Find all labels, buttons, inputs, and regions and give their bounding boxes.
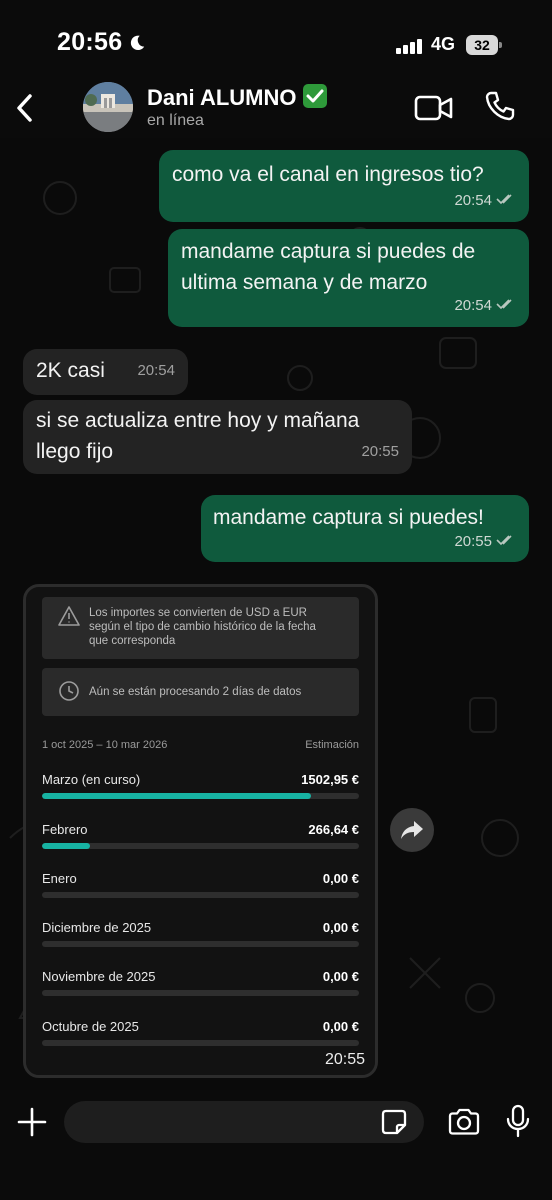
contact-status: en línea bbox=[147, 112, 204, 129]
input-bar bbox=[0, 1090, 552, 1200]
month-row: Marzo (en curso) 1502,95 € bbox=[42, 772, 359, 808]
video-call-button[interactable] bbox=[414, 93, 454, 123]
month-row: Octubre de 2025 0,00 € bbox=[42, 1019, 359, 1055]
message-text: como va el canal en ingresos tio? bbox=[172, 163, 484, 186]
message-time: 20:54 bbox=[454, 192, 492, 209]
status-bar: 20:56 4G 32 bbox=[0, 0, 552, 78]
date-range: 1 oct 2025 – 10 mar 2026 bbox=[42, 739, 168, 751]
sticker-button[interactable] bbox=[380, 1108, 408, 1136]
microphone-button[interactable] bbox=[505, 1104, 531, 1138]
month-value: 0,00 € bbox=[322, 871, 359, 886]
progress-fill bbox=[42, 843, 90, 849]
network-type: 4G bbox=[431, 34, 456, 54]
message-time: 20:55 bbox=[454, 533, 492, 550]
progress-track bbox=[42, 941, 359, 947]
month-value: 0,00 € bbox=[322, 1019, 359, 1034]
message-text: 2K casi bbox=[36, 359, 105, 382]
back-button[interactable] bbox=[6, 88, 42, 128]
message-text: si se actualiza entre hoy y mañana llego… bbox=[36, 409, 360, 463]
processing-notice: Aún se están procesando 2 días de datos bbox=[42, 668, 359, 716]
message-text: mandame captura si puedes de ultima sema… bbox=[181, 240, 476, 294]
message-bubble-incoming[interactable]: 2K casi 20:54 bbox=[23, 349, 188, 395]
moon-icon bbox=[130, 35, 145, 51]
message-time: 20:55 bbox=[361, 443, 399, 460]
forward-button[interactable] bbox=[390, 808, 434, 852]
avatar[interactable] bbox=[83, 82, 133, 132]
month-value: 1502,95 € bbox=[301, 772, 359, 787]
chevron-left-icon bbox=[17, 94, 32, 122]
month-name: Marzo (en curso) bbox=[42, 772, 141, 787]
estimate-label: Estimación bbox=[305, 739, 359, 751]
progress-track bbox=[42, 793, 359, 799]
camera-icon bbox=[448, 1108, 480, 1135]
progress-track bbox=[42, 1040, 359, 1046]
month-row: Noviembre de 2025 0,00 € bbox=[42, 969, 359, 1005]
message-meta: 20:54 bbox=[454, 290, 516, 321]
message-text: mandame captura si puedes! bbox=[213, 506, 484, 529]
month-row: Diciembre de 2025 0,00 € bbox=[42, 920, 359, 956]
progress-track bbox=[42, 843, 359, 849]
message-time: 20:54 bbox=[454, 297, 492, 314]
check-mark-icon bbox=[302, 84, 327, 108]
month-name: Diciembre de 2025 bbox=[42, 920, 152, 935]
double-check-icon bbox=[496, 299, 512, 310]
month-name: Enero bbox=[42, 871, 77, 886]
month-value: 0,00 € bbox=[322, 920, 359, 935]
battery-level: 32 bbox=[466, 35, 498, 55]
progress-track bbox=[42, 990, 359, 996]
month-name: Octubre de 2025 bbox=[42, 1019, 139, 1034]
battery-icon: 32 bbox=[466, 35, 502, 55]
clock-icon bbox=[59, 681, 79, 701]
phone-icon bbox=[485, 91, 515, 121]
video-camera-icon bbox=[414, 95, 453, 121]
signal-icon bbox=[396, 38, 424, 54]
warning-icon bbox=[58, 606, 80, 626]
camera-button[interactable] bbox=[447, 1107, 481, 1137]
currency-notice: Los importes se convierten de USD a EUR … bbox=[42, 597, 359, 659]
message-bubble-outgoing[interactable]: como va el canal en ingresos tio? 20:54 bbox=[159, 150, 529, 222]
share-arrow-icon bbox=[401, 821, 423, 839]
month-name: Noviembre de 2025 bbox=[42, 969, 156, 984]
currency-notice-text: Los importes se convierten de USD a EUR … bbox=[89, 607, 316, 647]
message-meta: 20:54 bbox=[454, 185, 516, 216]
month-row: Febrero 266,64 € bbox=[42, 822, 359, 858]
double-check-icon bbox=[496, 535, 512, 546]
voice-call-button[interactable] bbox=[484, 90, 516, 122]
processing-notice-text: Aún se están procesando 2 días de datos bbox=[89, 686, 302, 698]
earnings-screenshot: Los importes se convierten de USD a EUR … bbox=[26, 587, 375, 1075]
microphone-icon bbox=[506, 1104, 530, 1138]
message-bubble-outgoing[interactable]: mandame captura si puedes! 20:55 bbox=[201, 495, 529, 562]
image-message[interactable]: Los importes se convierten de USD a EUR … bbox=[23, 584, 378, 1078]
month-row: Enero 0,00 € bbox=[42, 871, 359, 907]
double-check-icon bbox=[496, 194, 512, 205]
month-name: Febrero bbox=[42, 822, 88, 837]
month-value: 266,64 € bbox=[308, 822, 359, 837]
month-value: 0,00 € bbox=[322, 969, 359, 984]
message-bubble-incoming[interactable]: si se actualiza entre hoy y mañana llego… bbox=[23, 400, 412, 474]
status-time: 20:56 bbox=[57, 28, 123, 56]
attach-button[interactable] bbox=[16, 1106, 48, 1138]
progress-track bbox=[42, 892, 359, 898]
sticker-icon bbox=[381, 1109, 407, 1135]
chat-area[interactable]: como va el canal en ingresos tio? 20:54 … bbox=[0, 138, 552, 1090]
message-meta: 20:55 bbox=[454, 526, 516, 557]
message-input[interactable] bbox=[64, 1101, 424, 1143]
image-message-time: 20:55 bbox=[324, 1051, 365, 1068]
message-bubble-outgoing[interactable]: mandame captura si puedes de ultima sema… bbox=[168, 229, 529, 327]
plus-icon bbox=[17, 1107, 47, 1137]
chat-header: Dani ALUMNO en línea bbox=[0, 78, 552, 138]
contact-name-text: Dani ALUMNO bbox=[147, 85, 297, 110]
progress-fill bbox=[42, 793, 312, 799]
message-time: 20:54 bbox=[137, 362, 175, 379]
contact-name[interactable]: Dani ALUMNO bbox=[147, 84, 327, 111]
